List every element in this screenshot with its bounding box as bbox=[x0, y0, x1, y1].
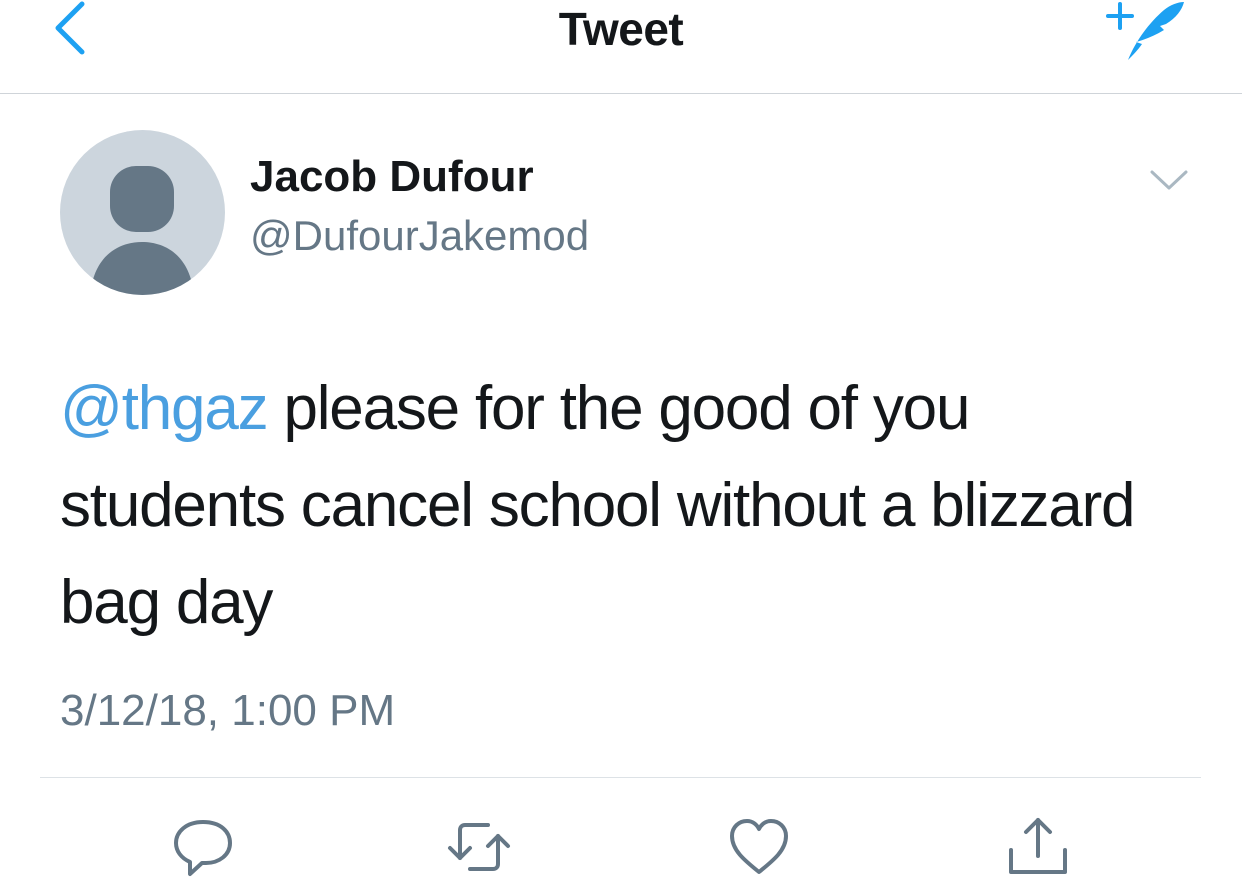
like-button[interactable] bbox=[724, 812, 794, 882]
share-button[interactable] bbox=[1003, 812, 1073, 882]
reply-button[interactable] bbox=[168, 812, 238, 882]
author-name[interactable]: Jacob Dufour bbox=[250, 152, 534, 202]
retweet-button[interactable] bbox=[444, 812, 514, 882]
divider bbox=[40, 777, 1201, 778]
share-icon bbox=[1009, 818, 1067, 874]
tweet-detail: Jacob Dufour @DufourJakemod @thgaz pleas… bbox=[0, 94, 1242, 876]
page-title: Tweet bbox=[558, 3, 684, 55]
compose-tweet-button[interactable] bbox=[1102, 0, 1192, 66]
tweet-text: @thgaz please for the good of you studen… bbox=[60, 360, 1190, 651]
chevron-down-icon bbox=[1150, 170, 1188, 190]
author-handle[interactable]: @DufourJakemod bbox=[250, 212, 589, 260]
default-profile-icon bbox=[90, 166, 194, 295]
retweet-icon bbox=[448, 823, 510, 871]
mention-link[interactable]: @thgaz bbox=[60, 374, 269, 443]
avatar[interactable] bbox=[60, 130, 225, 295]
top-nav-bar: Tweet bbox=[0, 0, 1242, 94]
more-options-button[interactable] bbox=[1148, 166, 1190, 196]
heart-icon bbox=[730, 819, 788, 874]
tweet-timestamp: 3/12/18, 1:00 PM bbox=[60, 686, 396, 735]
reply-icon bbox=[174, 820, 232, 876]
compose-quill-icon bbox=[1106, 2, 1184, 60]
